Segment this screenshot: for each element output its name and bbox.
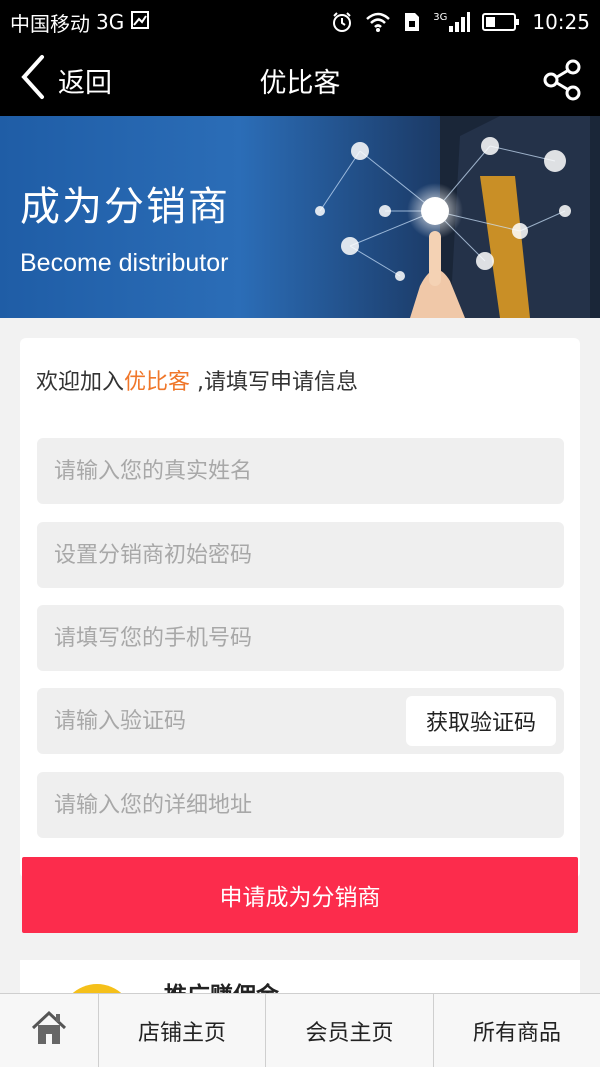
- alarm-icon: [331, 11, 353, 33]
- cell-signal-icon: 3G: [433, 12, 471, 32]
- distributor-banner: 成为分销商 Become distributor: [0, 116, 600, 318]
- battery-icon: [482, 12, 520, 32]
- welcome-suffix: ,请填写申请信息: [190, 370, 359, 395]
- apply-distributor-button[interactable]: 申请成为分销商: [22, 857, 578, 933]
- carrier-name: 中国移动: [10, 11, 90, 36]
- nav-bar: 返回 优比客: [0, 44, 600, 116]
- bottom-tab-bar: 店铺主页 会员主页 所有商品: [0, 993, 600, 1067]
- wifi-icon: [365, 11, 391, 33]
- tab-member-home[interactable]: 会员主页: [265, 994, 433, 1067]
- back-label: 返回: [58, 67, 112, 99]
- status-bar: 中国移动 3G 3G 10:25: [0, 0, 600, 44]
- share-icon[interactable]: [540, 58, 584, 102]
- back-button[interactable]: 返回: [20, 44, 112, 116]
- network-hand-illustration: [315, 116, 600, 318]
- sim-card-icon: [403, 11, 421, 33]
- home-icon: [29, 1009, 69, 1053]
- tab-home[interactable]: [0, 994, 98, 1067]
- application-form: 欢迎加入优比客 ,请填写申请信息 获取验证码: [20, 338, 580, 878]
- welcome-text: 欢迎加入优比客 ,请填写申请信息: [36, 364, 358, 396]
- initial-password-input[interactable]: [37, 522, 564, 588]
- chevron-left-icon: [20, 54, 46, 107]
- banner-subtitle: Become distributor: [20, 249, 229, 277]
- address-input[interactable]: [37, 772, 564, 838]
- signal-label: 3G: [433, 12, 448, 23]
- banner-title: 成为分销商: [20, 184, 230, 230]
- welcome-prefix: 欢迎加入: [36, 370, 125, 395]
- get-code-button[interactable]: 获取验证码: [406, 696, 556, 746]
- network-type: 3G: [96, 10, 125, 34]
- image-notification-icon: [130, 10, 150, 35]
- clock-time: 10:25: [532, 10, 590, 34]
- real-name-input[interactable]: [37, 438, 564, 504]
- tab-store-home[interactable]: 店铺主页: [98, 994, 265, 1067]
- phone-number-input[interactable]: [37, 605, 564, 671]
- tab-all-products[interactable]: 所有商品: [433, 994, 600, 1067]
- brand-name: 优比客: [124, 370, 191, 395]
